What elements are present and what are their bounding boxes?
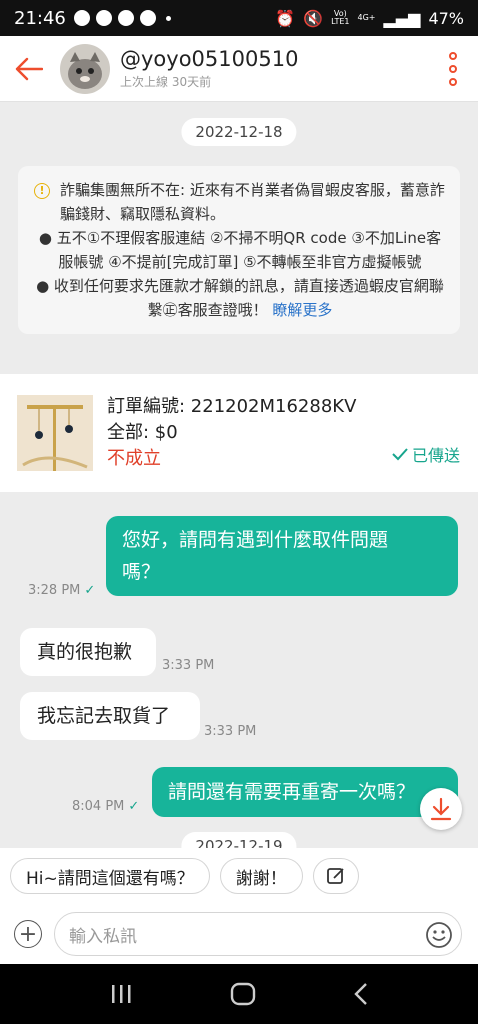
read-check-icon: ✓ [84,583,96,598]
quick-replies: Hi~請問這個還有嗎？ 謝謝！ [0,848,478,904]
message-time: 8:04 PM ✓ [72,799,140,814]
learn-more-link[interactable]: 瞭解更多 [272,301,332,319]
home-icon[interactable] [230,982,256,1006]
message-time: 3:33 PM [204,724,257,739]
chat-notification-icon [139,10,156,26]
date-separator: 2022-12-18 [181,118,297,146]
add-attachment-button[interactable]: + [14,920,42,948]
read-check-icon: ✓ [128,799,140,814]
alarm-icon: ⏰ [275,8,296,28]
more-notifications-dot [165,15,171,21]
plus-icon: + [18,921,38,947]
message-input[interactable]: 輸入私訊 [54,912,462,956]
last-seen-label: 上次上線 30天前 [120,75,212,89]
message-bubble-outgoing[interactable]: 請問還有需要再重寄一次嗎？ [152,767,458,817]
messenger-icon [95,10,112,26]
sent-status: 已傳送 [392,442,460,466]
quick-reply-chip[interactable]: Hi~請問這個還有嗎？ [10,858,210,894]
more-dot-icon [449,64,457,73]
avatar[interactable] [60,43,110,94]
warning-icon: ! [34,183,50,199]
message-composer: + 輸入私訊 [0,904,478,964]
system-nav-bar [0,964,478,1024]
network-type: 4G+ [357,13,376,22]
message-bubble-incoming[interactable]: 我忘記去取貨了 [20,692,200,740]
clock: 21:46 [14,7,66,29]
scroll-to-bottom-button[interactable] [420,788,462,830]
recent-apps-icon[interactable] [109,983,133,1005]
arrow-left-icon [15,57,43,80]
product-thumbnail [17,395,93,471]
quick-reply-chip[interactable]: 謝謝！ [219,858,303,894]
volte-indicator: Vo) LTE1 [331,9,350,26]
chat-header: @yoyo05100510 上次上線 30天前 [0,36,478,102]
chat-username: @yoyo05100510 [120,47,299,71]
order-number: 訂單編號: 221202M16288KV [107,396,357,417]
notice-text-3: ● 收到任何要求先匯款才解鎖的訊息，請直接透過蝦皮官網聯繫㊣客服查證哦！ 瞭解更… [36,277,444,319]
edit-icon [326,868,344,884]
emoji-icon[interactable] [425,921,453,949]
order-card[interactable]: 訂單編號: 221202M16288KV 全部: $0 不成立 已傳送 [0,374,478,492]
date-separator-partial: 2022-12-19 [181,832,297,848]
message-bubble-incoming[interactable]: 真的很抱歉 [20,628,156,676]
message-time: 3:33 PM [162,658,215,673]
facebook-icon [73,10,90,26]
signal-icon: ▂▄▆ [383,8,421,28]
back-button[interactable] [0,36,58,102]
more-dot-icon [449,51,457,60]
arrow-down-icon [430,797,452,821]
message-time: 3:28 PM ✓ [28,583,96,598]
edit-quick-replies-button[interactable] [312,858,359,894]
battery-level: 47% [428,8,464,28]
more-dot-icon [449,77,457,86]
anti-fraud-notice: ! 詐騙集團無所不在: 近來有不肖業者偽冒蝦皮客服，蓄意詐騙錢財、竊取隱私資料。… [18,166,460,334]
check-icon [392,448,408,461]
order-total: 全部: $0 [107,422,178,443]
notice-text-2: ● 五不①不理假客服連結 ②不掃不明QR code ③不加Line客服帳號 ④不… [38,229,442,271]
mute-icon: 🔇 [303,8,324,28]
message-bubble-outgoing[interactable]: 您好，請問有遇到什麼取件問題 嗎？ [106,516,458,596]
back-nav-icon[interactable] [353,982,369,1006]
app-notification-icon [117,10,134,26]
status-bar: 21:46 ⏰ 🔇 Vo) LTE1 4G+ ▂▄▆ 47% [0,0,478,36]
more-options-button[interactable] [428,36,478,102]
order-status: 不成立 [107,448,161,469]
notice-text-1: 詐騙集團無所不在: 近來有不肖業者偽冒蝦皮客服，蓄意詐騙錢財、竊取隱私資料。 [60,181,445,223]
